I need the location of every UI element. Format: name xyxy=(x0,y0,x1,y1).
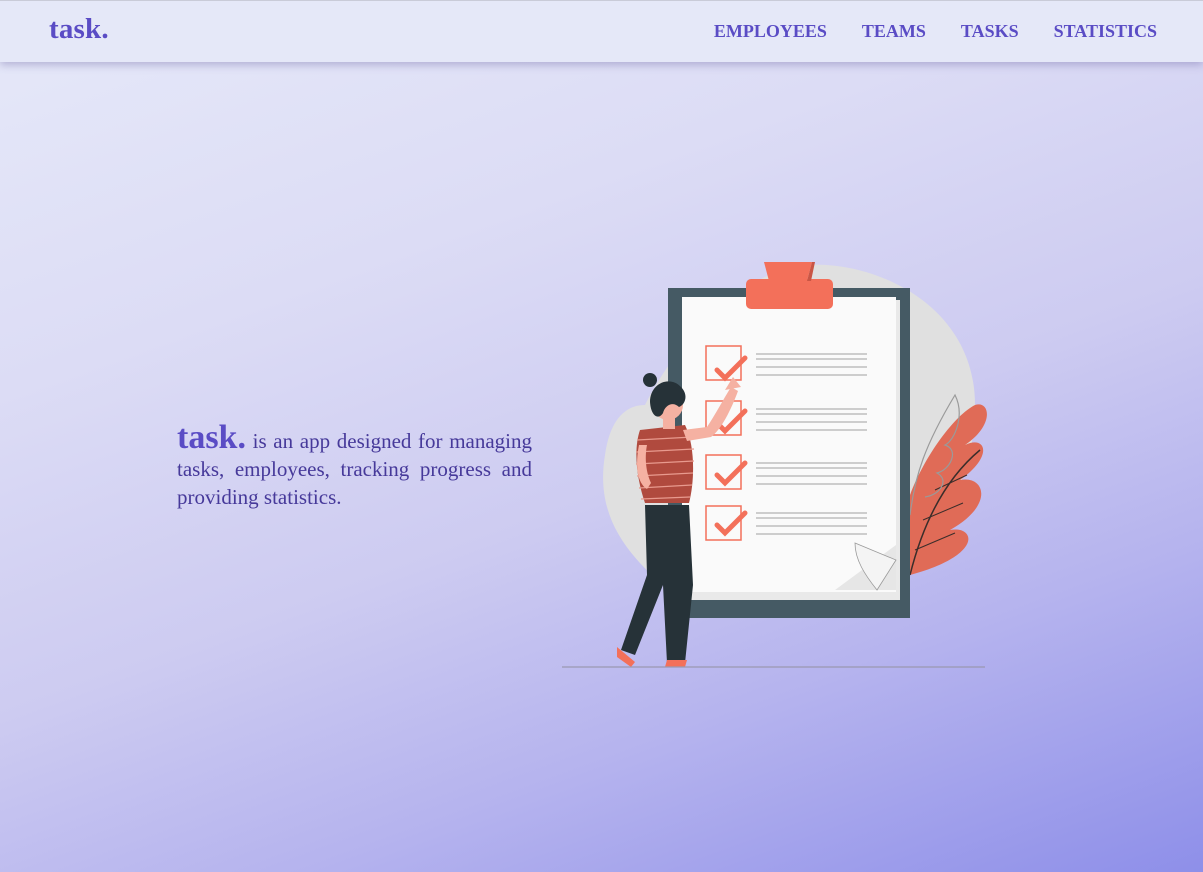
nav-links: EMPLOYEES TEAMS TASKS STATISTICS xyxy=(679,21,1157,42)
logo-link[interactable]: task. xyxy=(49,13,109,46)
clipboard-icon xyxy=(668,262,910,618)
checklist-illustration xyxy=(562,262,987,668)
nav-link-employees[interactable]: EMPLOYEES xyxy=(714,21,827,42)
intro-text: task. is an app designed for managing ta… xyxy=(177,421,532,511)
nav-link-statistics[interactable]: STATISTICS xyxy=(1054,21,1157,42)
nav-link-teams[interactable]: TEAMS xyxy=(862,21,926,42)
nav-link-tasks[interactable]: TASKS xyxy=(961,21,1019,42)
navbar: task. EMPLOYEES TEAMS TASKS STATISTICS xyxy=(0,0,1203,62)
intro-brand: task. xyxy=(177,419,246,456)
